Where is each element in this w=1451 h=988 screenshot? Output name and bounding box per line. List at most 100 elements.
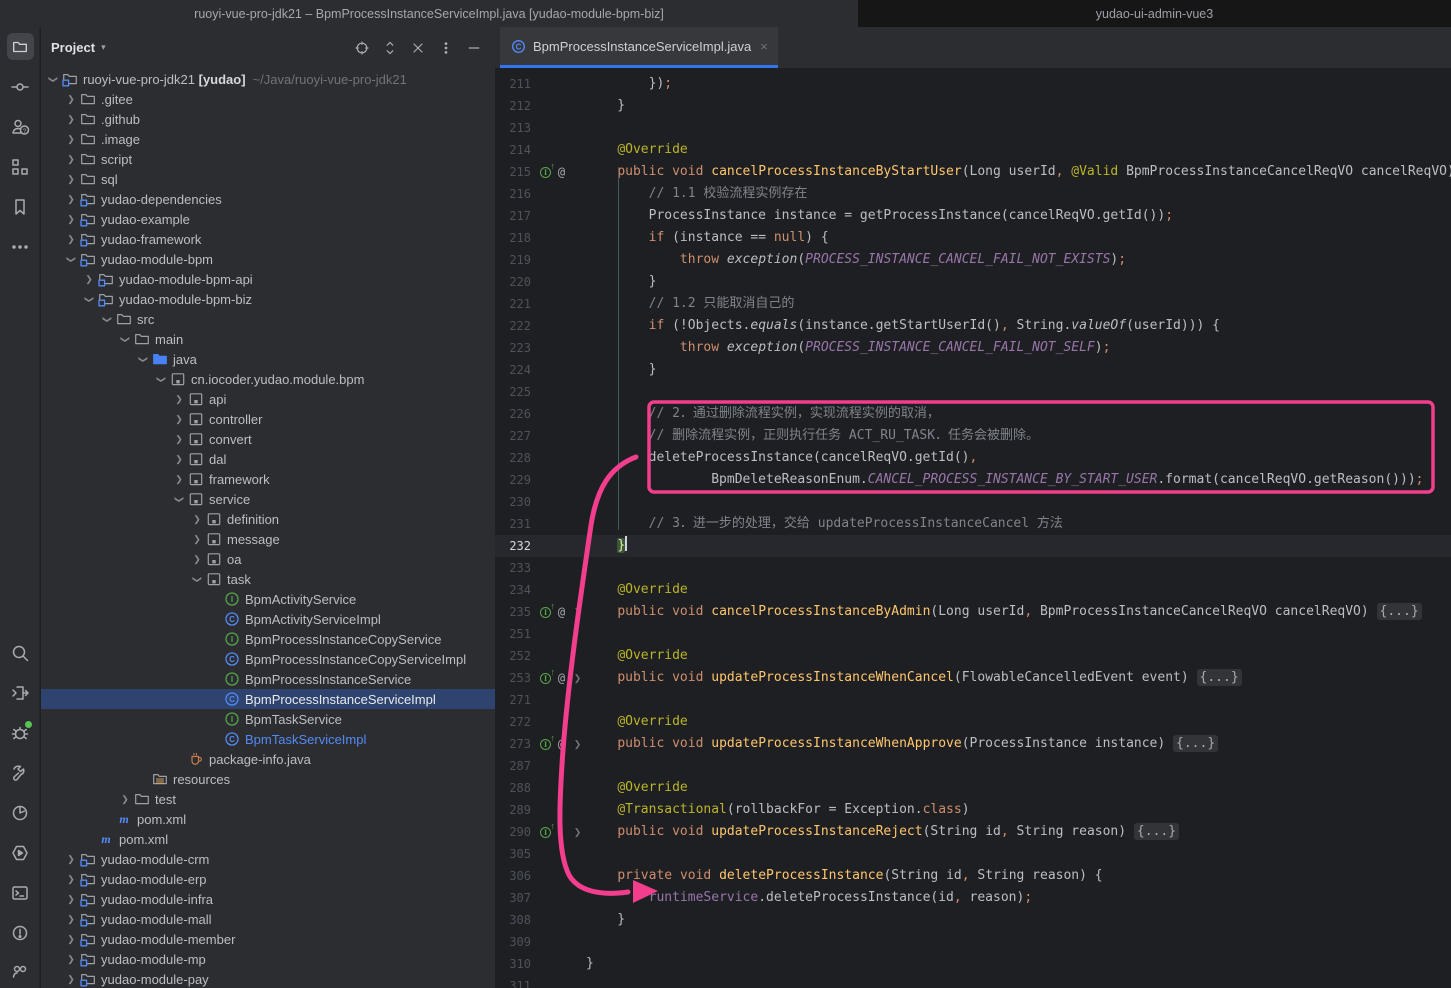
tree-chevron-icon[interactable]: ❯ xyxy=(63,194,79,205)
tree-chevron-icon[interactable]: ❯ xyxy=(63,894,79,905)
annotation-gutter-icon[interactable]: @ xyxy=(554,165,569,180)
code-line[interactable]: 233 xyxy=(495,557,1451,579)
fold-arrow-icon[interactable]: ❯ xyxy=(570,825,585,840)
tree-chevron-icon[interactable]: ❯ xyxy=(63,874,79,885)
tree-row[interactable]: ❯yudao-module-bpm xyxy=(41,249,495,269)
tree-chevron-icon[interactable]: ❯ xyxy=(63,854,79,865)
code-line[interactable]: 212 } xyxy=(495,95,1451,117)
services-icon[interactable] xyxy=(7,679,34,706)
tree-chevron-icon[interactable]: ❯ xyxy=(171,434,187,445)
code-line[interactable]: 221 // 1.2 只能取消自己的 xyxy=(495,293,1451,315)
tree-row[interactable]: ❯.image xyxy=(41,129,495,149)
tree-chevron-icon[interactable]: ❯ xyxy=(63,914,79,925)
secondary-window-title-bar[interactable]: yudao-ui-admin-vue3 xyxy=(858,0,1451,27)
tree-row[interactable]: ❯src xyxy=(41,309,495,329)
tree-row[interactable]: ❯controller xyxy=(41,409,495,429)
bookmarks-icon[interactable] xyxy=(7,193,34,220)
tab-close-icon[interactable]: × xyxy=(760,39,768,54)
build-icon[interactable] xyxy=(7,759,34,786)
fold-arrow-icon[interactable]: ❯ xyxy=(570,737,585,752)
fold-arrow-icon[interactable]: ❯ xyxy=(570,605,585,620)
expand-all-icon[interactable] xyxy=(381,39,399,57)
tree-row[interactable]: ❯service xyxy=(41,489,495,509)
code-line[interactable]: 219 throw exception(PROCESS_INSTANCE_CAN… xyxy=(495,249,1451,271)
code-line[interactable]: 215I↑@ public void cancelProcessInstance… xyxy=(495,161,1451,183)
code-area[interactable]: 211 });212 }213214 @Override215I↑@ publi… xyxy=(495,68,1451,988)
overridden-marker-icon[interactable]: I↑ xyxy=(538,737,553,752)
tree-row[interactable]: mpom.xml xyxy=(41,829,495,849)
code-line[interactable]: 252 @Override xyxy=(495,645,1451,667)
tree-row[interactable]: ❯yudao-module-erp xyxy=(41,869,495,889)
code-line[interactable]: 228 deleteProcessInstance(cancelReqVO.ge… xyxy=(495,447,1451,469)
code-line[interactable]: 271 xyxy=(495,689,1451,711)
tree-chevron-icon[interactable]: ❯ xyxy=(63,934,79,945)
tree-row[interactable]: ❯yudao-module-crm xyxy=(41,849,495,869)
tree-chevron-icon[interactable]: ❯ xyxy=(171,454,187,465)
code-line[interactable]: 216 // 1.1 校验流程实例存在 xyxy=(495,183,1451,205)
code-line[interactable]: 235I↑@❯ public void cancelProcessInstanc… xyxy=(495,601,1451,623)
tree-row[interactable]: mpom.xml xyxy=(41,809,495,829)
tree-row[interactable]: CBpmTaskServiceImpl xyxy=(41,729,495,749)
pull-requests-icon[interactable]: ? xyxy=(7,113,34,140)
code-line[interactable]: 253I↑@❯ public void updateProcessInstanc… xyxy=(495,667,1451,689)
overridden-marker-icon[interactable]: I↑ xyxy=(538,671,553,686)
code-line[interactable]: 217 ProcessInstance instance = getProces… xyxy=(495,205,1451,227)
code-line[interactable]: 289 @Transactional(rollbackFor = Excepti… xyxy=(495,799,1451,821)
tree-chevron-icon[interactable]: ❯ xyxy=(63,134,79,145)
code-line[interactable]: 213 xyxy=(495,117,1451,139)
run-icon[interactable] xyxy=(7,839,34,866)
tree-row[interactable]: ❯yudao-module-bpm-biz xyxy=(41,289,495,309)
tree-chevron-icon[interactable]: ❯ xyxy=(84,291,95,307)
tree-row[interactable]: IBpmActivityService xyxy=(41,589,495,609)
tree-row[interactable]: CBpmActivityServiceImpl xyxy=(41,609,495,629)
code-line[interactable]: 311 xyxy=(495,975,1451,988)
tree-row[interactable]: resources xyxy=(41,769,495,789)
code-line[interactable]: 231 // 3．进一步的处理，交给 updateProcessInstance… xyxy=(495,513,1451,535)
tree-row[interactable]: ❯framework xyxy=(41,469,495,489)
project-panel-title[interactable]: Project xyxy=(51,40,95,55)
search-icon[interactable] xyxy=(7,639,34,666)
code-line[interactable]: 223 throw exception(PROCESS_INSTANCE_CAN… xyxy=(495,337,1451,359)
tree-chevron-icon[interactable]: ❯ xyxy=(189,534,205,545)
tree-row[interactable]: ❯definition xyxy=(41,509,495,529)
tree-row[interactable]: ❯yudao-module-mall xyxy=(41,909,495,929)
tree-chevron-icon[interactable]: ❯ xyxy=(156,371,167,387)
code-line[interactable]: 222 if (!Objects.equals(instance.getStar… xyxy=(495,315,1451,337)
annotation-gutter-icon[interactable]: @ xyxy=(554,671,569,686)
tree-chevron-icon[interactable]: ❯ xyxy=(102,311,113,327)
code-line[interactable]: 218 if (instance == null) { xyxy=(495,227,1451,249)
code-line[interactable]: 287 xyxy=(495,755,1451,777)
tree-row[interactable]: ❯yudao-module-infra xyxy=(41,889,495,909)
tree-row[interactable]: ❯yudao-module-mp xyxy=(41,949,495,969)
code-line[interactable]: 232 } xyxy=(495,535,1451,557)
tree-row[interactable]: ❯yudao-dependencies xyxy=(41,189,495,209)
code-line[interactable]: 308 } xyxy=(495,909,1451,931)
meet-icon[interactable] xyxy=(7,959,34,986)
overridden-marker-icon[interactable]: I↑ xyxy=(538,165,553,180)
tree-row[interactable]: ❯dal xyxy=(41,449,495,469)
tree-chevron-icon[interactable]: ❯ xyxy=(171,474,187,485)
tree-chevron-icon[interactable]: ❯ xyxy=(66,251,77,267)
tree-row[interactable]: ❯yudao-example xyxy=(41,209,495,229)
tree-row[interactable]: CBpmProcessInstanceCopyServiceImpl xyxy=(41,649,495,669)
tree-row[interactable]: ❯java xyxy=(41,349,495,369)
tree-row[interactable]: ❯main xyxy=(41,329,495,349)
profiler-icon[interactable] xyxy=(7,799,34,826)
code-line[interactable]: 290I↑❯ public void updateProcessInstance… xyxy=(495,821,1451,843)
tree-chevron-icon[interactable]: ❯ xyxy=(174,491,185,507)
code-line[interactable]: 305 xyxy=(495,843,1451,865)
code-line[interactable]: 227 // 删除流程实例，正则执行任务 ACT_RU_TASK．任务会被删除。 xyxy=(495,425,1451,447)
tree-row[interactable]: IBpmTaskService xyxy=(41,709,495,729)
tree-chevron-icon[interactable]: ❯ xyxy=(63,154,79,165)
tree-row[interactable]: ❯api xyxy=(41,389,495,409)
problems-icon[interactable] xyxy=(7,919,34,946)
tree-row[interactable]: ❯yudao-framework xyxy=(41,229,495,249)
tree-chevron-icon[interactable]: ❯ xyxy=(171,394,187,405)
code-line[interactable]: 230 xyxy=(495,491,1451,513)
tree-chevron-icon[interactable]: ❯ xyxy=(63,974,79,985)
code-line[interactable]: 214 @Override xyxy=(495,139,1451,161)
tree-chevron-icon[interactable]: ❯ xyxy=(63,954,79,965)
project-folder-icon[interactable] xyxy=(7,33,34,60)
tree-row[interactable]: ❯script xyxy=(41,149,495,169)
options-icon[interactable] xyxy=(437,39,455,57)
